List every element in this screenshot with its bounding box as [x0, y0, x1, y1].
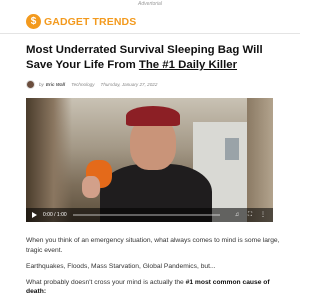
author-name[interactable]: Eric Wall: [46, 82, 65, 87]
paragraph-2: Earthquakes, Floods, Mass Starvation, Gl…: [26, 262, 216, 270]
advertorial-label: Advertorial: [138, 1, 162, 7]
video-person-hand: [82, 176, 100, 198]
site-logo[interactable]: $ GADGET TRENDS: [26, 13, 136, 30]
more-options-icon[interactable]: ⋮: [259, 211, 267, 219]
publish-date: Thursday, January 27, 2022: [100, 81, 158, 87]
logo-text: GADGET TRENDS: [44, 15, 137, 28]
dollar-coin-icon: $: [26, 14, 41, 29]
article-body: When you think of an emergency situation…: [26, 236, 281, 300]
author-avatar: [26, 79, 35, 89]
video-time: 0:00 / 1:00: [43, 212, 67, 218]
video-bg-window: [225, 138, 239, 160]
paragraph-3: What probably doesn't cross your mind is…: [26, 278, 281, 297]
category-label[interactable]: Technology: [71, 82, 94, 87]
paragraph-3-text: What probably doesn't cross your mind is…: [26, 278, 186, 286]
video-player[interactable]: 0:00 / 1:00 ♫ ⛶ ⋮: [26, 98, 273, 222]
byline-by: by: [39, 81, 44, 87]
play-icon[interactable]: [32, 212, 37, 218]
volume-icon[interactable]: ♫: [233, 211, 241, 219]
byline: by Eric Wall Technology Thursday, Januar…: [26, 79, 157, 89]
video-bg-tree-left: [26, 98, 72, 222]
video-progress-bar[interactable]: [72, 214, 220, 216]
article-title: Most Underrated Survival Sleeping Bag Wi…: [26, 43, 284, 73]
site-header: $ GADGET TRENDS: [0, 9, 300, 34]
video-bg-tree-right: [247, 98, 273, 222]
video-controls: 0:00 / 1:00 ♫ ⛶ ⋮: [26, 208, 273, 222]
paragraph-1: When you think of an emergency situation…: [26, 237, 280, 254]
fullscreen-icon[interactable]: ⛶: [246, 211, 254, 219]
video-person-cap: [126, 106, 180, 126]
title-link[interactable]: The #1 Daily Killer: [139, 59, 237, 71]
